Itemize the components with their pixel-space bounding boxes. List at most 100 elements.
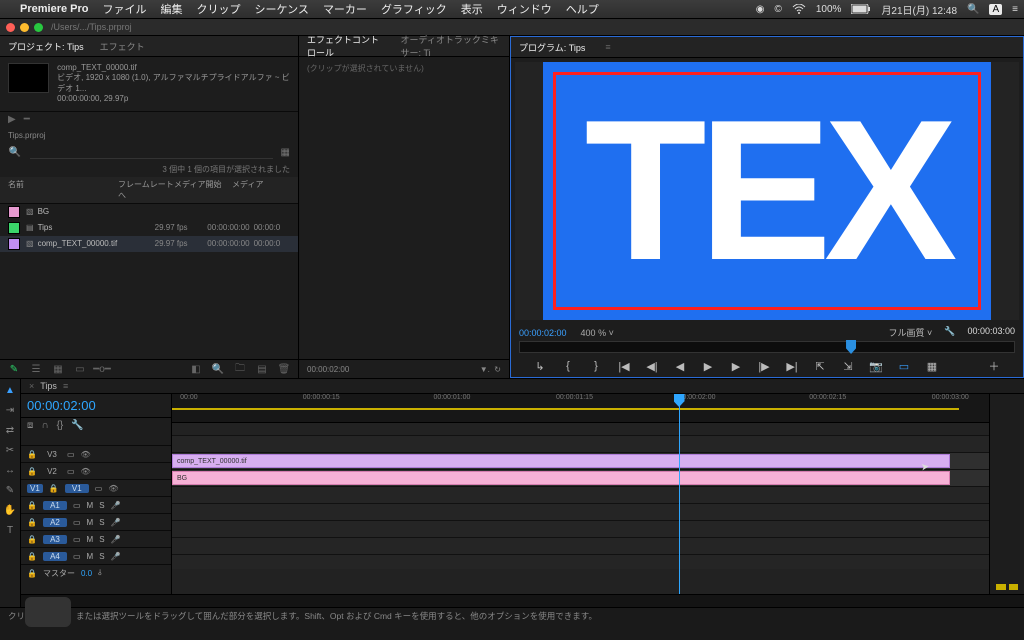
settings-icon[interactable]: 🔧 [944,326,955,339]
trash-icon[interactable]: 🗑 [278,363,290,375]
track-a2[interactable]: 🔒A2▭MS🎤 [21,513,171,530]
next-frame-icon[interactable]: ▶ [729,359,743,373]
label-swatch[interactable] [8,238,20,250]
clip-thumbnail[interactable] [8,63,49,93]
track-a1[interactable]: 🔒A1▭MS🎤 [21,496,171,513]
go-in-icon[interactable]: |◀ [617,359,631,373]
label-swatch[interactable] [8,222,20,234]
menu-sequence[interactable]: シーケンス [254,1,308,17]
timeline-tracks[interactable]: 00:00 00:00:00:15 00:00:01:00 00:00:01:1… [172,394,989,594]
settings-icon[interactable]: 🔧 [71,420,83,431]
track-master[interactable]: 🔒マスター0.0⫰ [21,564,171,581]
prev-frame-icon[interactable]: ◀ [673,359,687,373]
menu-view[interactable]: 表示 [461,1,483,17]
play-icon[interactable]: ▶ [701,359,715,373]
program-timecode-right[interactable]: 00:00:03:00 [967,326,1015,339]
mark-clip-icon[interactable]: } [589,359,603,373]
zoom-dropdown[interactable]: 400 % ˅ [581,328,614,338]
zoom-slider[interactable]: ━o━ [96,363,108,375]
new-bin-icon[interactable]: ▦ [281,147,290,158]
lane-a2[interactable] [172,503,989,520]
col-name[interactable]: 名前 [8,179,118,201]
razor-tool-icon[interactable]: ✂ [3,443,17,457]
cc-icon[interactable]: © [774,4,781,15]
export-frame-icon[interactable]: 📷 [869,359,883,373]
tab-audio-mixer[interactable]: オーディオトラックミキサー: Ti [400,33,501,59]
linked-sel-icon[interactable]: ∩ [41,420,48,431]
ripple-tool-icon[interactable]: ⇄ [3,423,17,437]
track-a4[interactable]: 🔒A4▭MS🎤 [21,547,171,564]
window-close[interactable] [6,23,15,32]
slider-icon[interactable]: ━ [24,114,30,125]
lane-a1[interactable] [172,486,989,503]
pen-tool-icon[interactable]: ✎ [3,483,17,497]
battery-icon[interactable] [851,4,871,14]
menu-window[interactable]: ウィンドウ [497,1,552,17]
lane-v3[interactable] [172,435,989,452]
wifi-icon[interactable] [792,4,806,14]
menu-file[interactable]: ファイル [102,1,146,17]
search-input[interactable] [30,146,273,159]
spotlight-icon[interactable]: 🔍 [967,4,979,15]
button-editor-icon[interactable]: ▦ [925,359,939,373]
new-bin-icon[interactable]: 🗀 [234,363,246,375]
sequence-tab[interactable]: Tips [40,381,57,391]
app-name[interactable]: Premiere Pro [20,3,88,15]
slip-tool-icon[interactable]: ↔ [3,463,17,477]
track-a3[interactable]: 🔒A3▭MS🎤 [21,530,171,547]
marker-icon[interactable]: {} [57,420,64,431]
monitor-timebar[interactable] [519,341,1015,353]
menu-help[interactable]: ヘルプ [566,1,599,17]
bin-row[interactable]: ▧ BG [0,204,298,220]
loop-icon[interactable]: ↻ [494,365,501,374]
comparison-icon[interactable]: ▭ [897,359,911,373]
search-icon[interactable]: 🔍 [8,146,22,160]
clip-v2[interactable]: comp_TEXT_00000.tif [172,454,950,468]
mark-in-icon[interactable]: ↳ [533,359,547,373]
icon-view-icon[interactable]: ▦ [52,363,64,375]
automate-icon[interactable]: ◧ [190,363,202,375]
snap-icon[interactable]: ⧈ [27,420,33,431]
tab-program[interactable]: プログラム: Tips [519,41,585,54]
program-monitor[interactable]: TEX [515,62,1019,320]
monitor-playhead[interactable] [846,340,856,354]
track-select-tool-icon[interactable]: ⇥ [3,403,17,417]
clip-v1[interactable]: BG [172,471,950,485]
track-v2[interactable]: 🔒V2▭👁 [21,462,171,479]
bin-row[interactable]: ▧ comp_TEXT_00000.tif 29.97 fps 00:00:00… [0,236,298,252]
find-icon[interactable]: 🔍 [212,363,224,375]
hand-tool-icon[interactable]: ✋ [3,503,17,517]
timeline-scrollbar[interactable] [21,594,1024,607]
ime-icon[interactable]: A [989,4,1002,15]
menu-edit[interactable]: 編集 [160,1,182,17]
timeline-playhead[interactable] [679,394,680,594]
window-zoom[interactable] [34,23,43,32]
lane-a4[interactable] [172,537,989,554]
lane-v1[interactable]: BG [172,469,989,486]
work-area-bar[interactable] [172,408,959,410]
scrollbar-thumb[interactable] [25,597,71,627]
add-button-icon[interactable]: ＋ [987,359,1001,373]
freeform-view-icon[interactable]: ▭ [74,363,86,375]
panel-menu-icon[interactable]: ≡ [605,42,610,52]
resolution-dropdown[interactable]: フル画質 ˅ [888,326,932,339]
program-timecode-left[interactable]: 00:00:02:00 [519,328,567,338]
track-v1[interactable]: V1🔒V1▭👁 [21,479,171,496]
col-fps[interactable]: フレームレート へ [118,179,174,201]
panel-menu-icon[interactable]: ≡ [63,381,68,391]
track-v3[interactable]: 🔒V3▭👁 [21,445,171,462]
col-start[interactable]: メディア開始 [174,179,232,201]
menu-clip[interactable]: クリップ [196,1,240,17]
label-swatch[interactable] [8,206,20,218]
tab-effects[interactable]: エフェクト [100,40,145,53]
lift-icon[interactable]: ⇱ [813,359,827,373]
menu-graphics[interactable]: グラフィック [381,1,447,17]
menu-marker[interactable]: マーカー [323,1,367,17]
bin-row[interactable]: ▤ Tips 29.97 fps 00:00:00:00 00:00:0 [0,220,298,236]
lane-a3[interactable] [172,520,989,537]
filter-icon[interactable]: ▼. [480,365,490,374]
tab-project[interactable]: プロジェクト: Tips [8,40,84,53]
record-icon[interactable]: ◉ [756,4,765,15]
tab-effect-controls[interactable]: エフェクトコントロール [307,33,384,59]
play-icon[interactable]: ▶ [8,114,16,125]
